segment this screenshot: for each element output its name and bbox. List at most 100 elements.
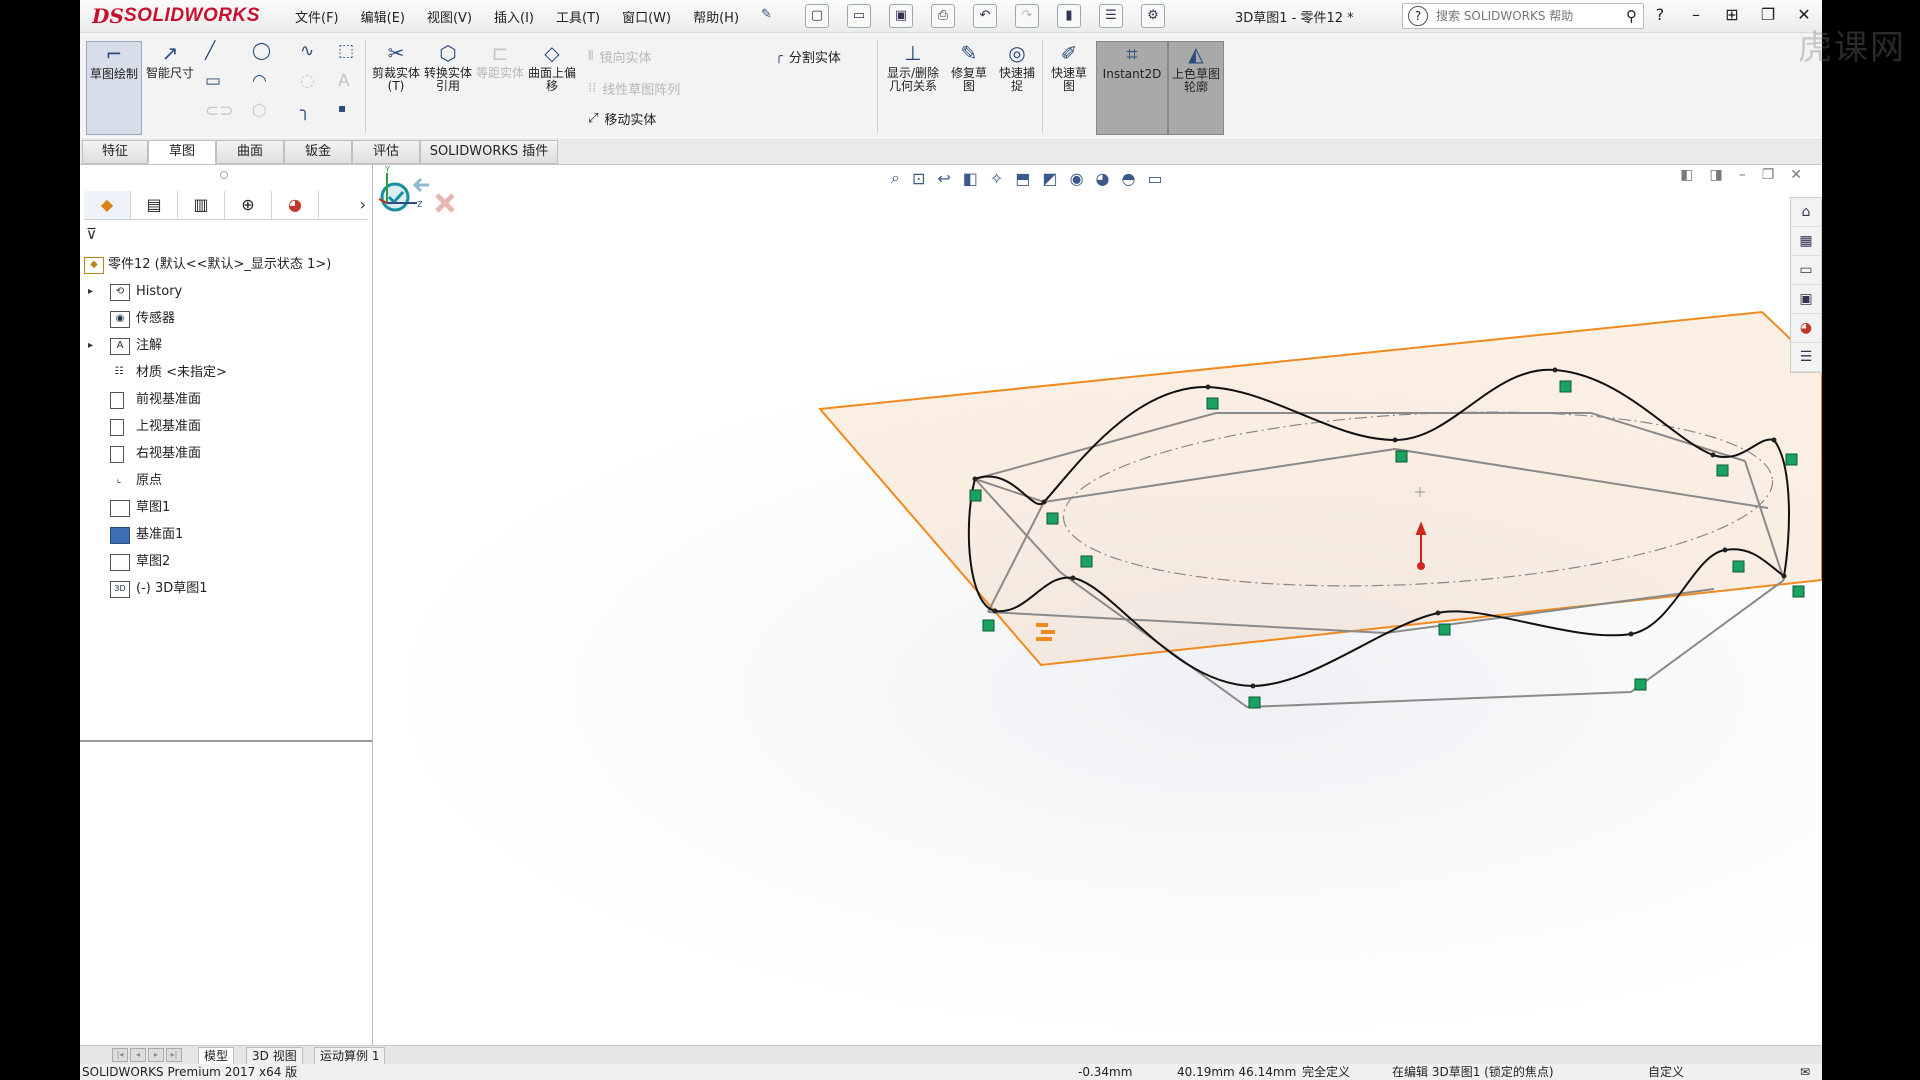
design-library-icon[interactable]: ▦ [1791, 227, 1821, 256]
spline-icon[interactable]: ∿ [300, 41, 314, 61]
reference-plane[interactable] [817, 310, 1822, 667]
tree-item-front-plane[interactable]: 前视基准面 [80, 386, 372, 413]
tree-item-history[interactable]: ▸ ⟲ History [80, 278, 372, 305]
tab-3d-views[interactable]: 3D 视图 [246, 1047, 303, 1065]
apply-scene-icon[interactable]: ◓ [1122, 169, 1136, 188]
status-units[interactable]: 自定义 [1648, 1064, 1684, 1080]
configuration-manager-tab-icon[interactable]: ▥ [178, 191, 225, 219]
sketch-button[interactable]: ⌐ 草图绘制 [86, 41, 142, 135]
menu-view[interactable]: 视图(V) [427, 7, 472, 26]
zoom-to-fit-icon[interactable]: ⌕ [891, 168, 900, 188]
rollback-bar[interactable] [80, 740, 372, 742]
split-entities-button[interactable]: ╭ 分割实体 [775, 47, 841, 66]
menu-insert[interactable]: 插入(I) [494, 7, 534, 26]
tile-icon[interactable]: ⊞ [1722, 5, 1742, 24]
line-icon[interactable]: ╱ [205, 41, 215, 61]
tab-addins[interactable]: SOLIDWORKS 插件 [420, 140, 558, 164]
property-manager-tab-icon[interactable]: ▤ [131, 191, 178, 219]
minimize-icon[interactable]: – [1739, 167, 1746, 183]
offset-on-surface-button[interactable]: ◇ 曲面上偏移 [526, 41, 578, 133]
expand-arrow-icon[interactable]: ▸ [88, 332, 98, 359]
restore-icon[interactable]: ❐ [1758, 5, 1778, 24]
tab-features[interactable]: 特征 [82, 140, 148, 164]
search-icon[interactable]: ⚲ [1626, 7, 1637, 25]
rectangle-icon[interactable]: ▭ [205, 71, 221, 91]
display-manager-tab-icon[interactable]: ◕ [272, 191, 319, 219]
panel-grip-icon[interactable] [220, 171, 228, 179]
view-palette-icon[interactable]: ▣ [1791, 285, 1821, 314]
shaded-sketch-contours-button[interactable]: ◭ 上色草图轮廓 [1168, 41, 1224, 135]
cancel-x-icon[interactable] [435, 193, 455, 213]
dynamic-annotation-icon[interactable]: ✧ [990, 169, 1003, 188]
save-icon[interactable]: ▣ [889, 4, 913, 28]
minimize-icon[interactable]: – [1686, 5, 1706, 24]
new-document-icon[interactable]: ▢ [805, 4, 829, 28]
tree-item-top-plane[interactable]: 上视基准面 [80, 413, 372, 440]
display-style-icon[interactable]: ◩ [1042, 169, 1057, 188]
menu-file[interactable]: 文件(F) [295, 7, 339, 26]
undo-icon[interactable]: ↶ [973, 4, 997, 28]
custom-properties-icon[interactable]: ☰ [1791, 343, 1821, 372]
rapid-sketch-button[interactable]: ✐ 快速草图 [1046, 41, 1092, 133]
tree-root-part[interactable]: ◆ 零件12 (默认<<默认>_显示状态 1>) [80, 251, 372, 278]
tree-item-material[interactable]: ☷ 材质 <未指定> [80, 359, 372, 386]
tree-item-sketch2[interactable]: 草图2 [80, 548, 372, 575]
tree-item-right-plane[interactable]: 右视基准面 [80, 440, 372, 467]
plane-point-icon[interactable]: ▪ [338, 101, 346, 115]
next-tab-icon[interactable]: ▸ [148, 1048, 164, 1062]
status-message-icon[interactable]: ✉ [1800, 1064, 1810, 1080]
file-properties-icon[interactable]: ☰ [1099, 4, 1123, 28]
edit-appearance-icon[interactable]: ◕ [1096, 169, 1110, 188]
home-icon[interactable]: ⌂ [1791, 198, 1821, 227]
menu-help[interactable]: 帮助(H) [693, 7, 739, 26]
tile-right-icon[interactable]: ◨ [1709, 167, 1722, 183]
tab-surfaces[interactable]: 曲面 [216, 140, 284, 164]
tree-item-sketch1[interactable]: 草图1 [80, 494, 372, 521]
point-box-icon[interactable]: ⬚ [338, 41, 354, 61]
tile-left-icon[interactable]: ◧ [1680, 167, 1693, 183]
tab-sheet-metal[interactable]: 钣金 [284, 140, 352, 164]
move-entities-button[interactable]: ⤢ 移动实体 [588, 109, 656, 128]
tree-item-3dsketch1[interactable]: 3D (-) 3D草图1 [80, 575, 372, 602]
view-orientation-icon[interactable]: ⬒ [1015, 169, 1030, 188]
trim-entities-button[interactable]: ✂ 剪裁实体(T) [372, 41, 420, 133]
help-icon[interactable]: ? [1650, 5, 1670, 24]
open-folder-icon[interactable]: ▭ [847, 4, 871, 28]
restore-icon[interactable]: ❐ [1762, 167, 1775, 183]
help-search-input[interactable] [1434, 8, 1598, 24]
zoom-to-area-icon[interactable]: ⊡ [912, 169, 925, 188]
previous-view-icon[interactable]: ↩ [937, 169, 950, 188]
expand-arrow-icon[interactable]: ▸ [88, 278, 98, 305]
chevron-right-icon[interactable]: › [360, 195, 366, 214]
file-explorer-icon[interactable]: ▭ [1791, 256, 1821, 285]
appearances-icon[interactable]: ◕ [1791, 314, 1821, 343]
feature-tree-tab-icon[interactable]: ◆ [84, 191, 131, 219]
fillet-icon[interactable]: ╮ [300, 101, 310, 121]
tab-model[interactable]: 模型 [198, 1047, 235, 1065]
tree-item-origin[interactable]: ⌞ 原点 [80, 467, 372, 494]
first-tab-icon[interactable]: |◂ [112, 1048, 128, 1062]
tab-evaluate[interactable]: 评估 [352, 140, 420, 164]
smart-dimension-button[interactable]: ↗ 智能尺寸 [144, 41, 196, 133]
filter-icon[interactable]: ⊽ [86, 225, 97, 243]
display-relations-button[interactable]: ⊥ 显示/删除几何关系 [882, 41, 944, 133]
prev-tab-icon[interactable]: ◂ [130, 1048, 146, 1062]
repair-sketch-button[interactable]: ✎ 修复草图 [946, 41, 992, 133]
menu-tools[interactable]: 工具(T) [556, 7, 600, 26]
pin-icon[interactable]: ✎ [761, 7, 772, 26]
quick-snaps-button[interactable]: ◎ 快速捕捉 [994, 41, 1040, 133]
graphics-area[interactable]: ⌕ ⊡ ↩ ◧ ✧ ⬒ ◩ ◉ ◕ ◓ ▭ ◧ ◨ – ❐ ✕ ⌂ ▦ ▭ ▣ … [373, 165, 1822, 1045]
menu-window[interactable]: 窗口(W) [622, 7, 671, 26]
tab-motion-study[interactable]: 运动算例 1 [314, 1047, 386, 1065]
redo-icon[interactable]: ↷ [1015, 4, 1039, 28]
section-view-icon[interactable]: ◧ [963, 169, 978, 188]
arc-icon[interactable]: ◠ [252, 71, 267, 91]
last-tab-icon[interactable]: ▸| [166, 1048, 182, 1062]
view-settings-icon[interactable]: ▭ [1147, 169, 1162, 188]
instant2d-button[interactable]: ⌗ Instant2D [1096, 41, 1168, 135]
tree-item-plane1[interactable]: 基准面1 [80, 521, 372, 548]
options-gear-icon[interactable]: ⚙ [1141, 4, 1165, 28]
tree-item-annotations[interactable]: ▸ A 注解 [80, 332, 372, 359]
dimxpert-tab-icon[interactable]: ⊕ [225, 191, 272, 219]
tab-sketch[interactable]: 草图 [148, 140, 216, 164]
